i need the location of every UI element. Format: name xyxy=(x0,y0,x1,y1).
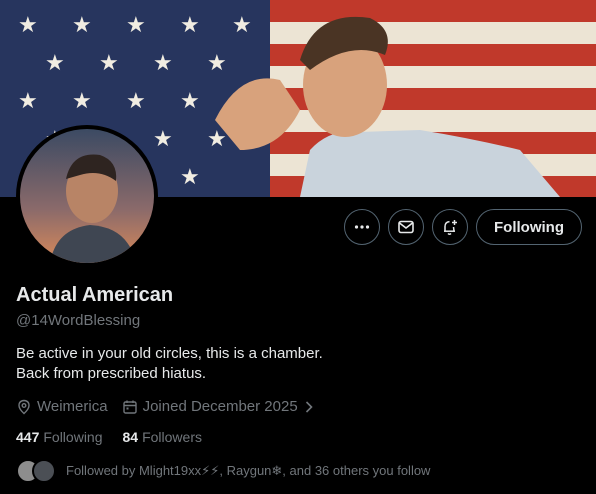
follow-stats: 447 Following 84 Followers xyxy=(16,429,580,445)
profile-actions: Following xyxy=(344,209,582,245)
join-date[interactable]: Joined December 2025 xyxy=(122,398,315,415)
more-button[interactable] xyxy=(344,209,381,245)
bio-line-1: Be active in your old circles, this is a… xyxy=(16,345,323,362)
notify-button[interactable] xyxy=(432,209,469,245)
svg-text:★: ★ xyxy=(180,89,200,114)
svg-text:★: ★ xyxy=(180,165,200,190)
envelope-icon xyxy=(398,220,414,234)
following-label: Following xyxy=(43,429,103,445)
svg-text:★: ★ xyxy=(72,89,92,114)
chevron-right-icon xyxy=(305,400,313,413)
follower-avatar xyxy=(32,459,56,483)
follower-avatars xyxy=(16,459,56,483)
profile-info: Actual American @14WordBlessing Be activ… xyxy=(16,283,580,483)
profile-meta: Weimerica Joined December 2025 xyxy=(16,398,580,415)
avatar-image xyxy=(20,129,154,263)
svg-text:★: ★ xyxy=(18,89,38,114)
followers-count: 84 xyxy=(122,429,139,445)
followed-by-text: Followed by Mlight19xx⚡⚡, Raygun❄, and 3… xyxy=(66,463,431,478)
join-date-text: Joined December 2025 xyxy=(142,398,298,415)
location: Weimerica xyxy=(16,398,108,415)
svg-text:★: ★ xyxy=(45,51,65,76)
followers-stat[interactable]: 84 Followers xyxy=(123,429,202,445)
display-name: Actual American xyxy=(16,284,174,306)
svg-text:★: ★ xyxy=(72,13,92,38)
following-button[interactable]: Following xyxy=(476,209,582,245)
following-count: 447 xyxy=(16,429,40,445)
profile-bio: Be active in your old circles, this is a… xyxy=(16,344,580,384)
svg-text:★: ★ xyxy=(232,13,252,38)
svg-text:★: ★ xyxy=(153,127,173,152)
followers-label: Followers xyxy=(142,429,202,445)
location-pin-icon xyxy=(18,399,30,414)
location-text: Weimerica xyxy=(37,398,108,415)
user-handle: @14WordBlessing xyxy=(16,312,141,329)
svg-text:★: ★ xyxy=(99,51,119,76)
followed-by[interactable]: Followed by Mlight19xx⚡⚡, Raygun❄, and 3… xyxy=(16,459,580,483)
calendar-icon xyxy=(122,400,137,414)
bio-line-2: Back from prescribed hiatus. xyxy=(16,365,207,382)
svg-text:★: ★ xyxy=(18,13,38,38)
svg-text:★: ★ xyxy=(126,13,146,38)
svg-text:★: ★ xyxy=(207,51,227,76)
more-icon xyxy=(354,225,370,229)
svg-text:★: ★ xyxy=(180,13,200,38)
message-button[interactable] xyxy=(388,209,425,245)
svg-text:★: ★ xyxy=(153,51,173,76)
following-stat[interactable]: 447 Following xyxy=(16,429,103,445)
profile-avatar[interactable] xyxy=(16,125,158,267)
bell-plus-icon xyxy=(444,220,458,235)
svg-text:★: ★ xyxy=(126,89,146,114)
svg-text:★: ★ xyxy=(207,127,227,152)
